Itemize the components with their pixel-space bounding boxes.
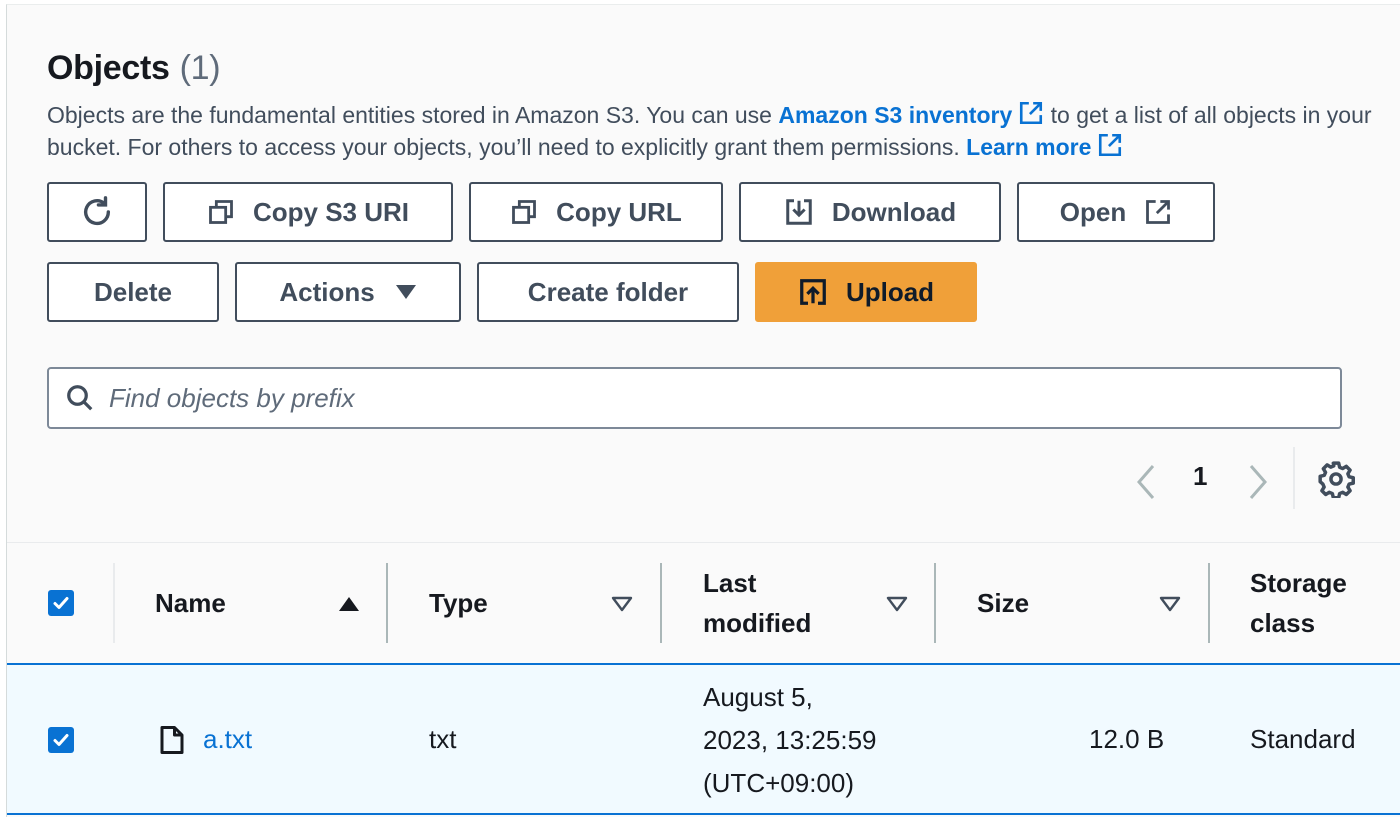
page-title: Objects (1) (47, 49, 221, 88)
copy-icon (512, 200, 537, 224)
sort-ascending-icon[interactable] (338, 596, 360, 612)
upload-label: Upload (845, 276, 935, 307)
delete-button[interactable]: Delete (47, 262, 219, 322)
table-header: Name Type Last modified Size Storage cla… (7, 543, 1400, 663)
learn-more-link[interactable]: Learn more (966, 133, 1123, 160)
select-all-checkbox[interactable] (48, 590, 74, 616)
search-box (47, 367, 1342, 429)
column-header-storage-class[interactable]: Storage class (1250, 543, 1347, 663)
date-line: August 5, (703, 682, 813, 712)
search-input[interactable] (107, 368, 1340, 428)
table-row[interactable]: a.txt txt August 5, 2023, 13:25:59 (UTC+… (7, 663, 1400, 815)
column-header-size[interactable]: Size (977, 543, 1029, 663)
objects-description: Objects are the fundamental entities sto… (47, 99, 1377, 163)
column-header-name[interactable]: Name (155, 543, 226, 663)
chevron-left-icon[interactable] (1133, 462, 1159, 502)
search-icon (67, 385, 93, 411)
delete-label: Delete (93, 276, 173, 307)
external-link-icon (1020, 101, 1043, 125)
sort-descending-icon[interactable] (611, 596, 633, 612)
create-folder-label: Create folder (527, 276, 689, 307)
row-checkbox[interactable] (48, 727, 74, 753)
copy-url-button[interactable]: Copy URL (469, 182, 723, 242)
pager-divider (1293, 447, 1295, 509)
column-label-type: Type (429, 588, 488, 618)
header-line: class (1250, 608, 1316, 638)
learn-more-label: Learn more (966, 134, 1092, 160)
header-line: Last (703, 568, 757, 598)
chevron-right-icon[interactable] (1245, 462, 1271, 502)
inventory-link[interactable]: Amazon S3 inventory (778, 101, 1044, 128)
objects-panel: Objects (1) Objects are the fundamental e… (6, 4, 1400, 817)
column-header-type[interactable]: Type (429, 543, 488, 663)
object-name-link[interactable]: a.txt (203, 718, 252, 761)
title-text: Objects (47, 49, 170, 87)
copy-url-label: Copy URL (556, 196, 682, 227)
upload-icon (800, 279, 826, 305)
refresh-button[interactable] (47, 182, 147, 242)
actions-dropdown[interactable]: Actions (235, 262, 461, 322)
open-button[interactable]: Open (1017, 182, 1215, 242)
download-label: Download (831, 196, 957, 227)
file-icon (160, 726, 184, 754)
caret-down-icon (395, 285, 416, 299)
gear-icon[interactable] (1317, 460, 1355, 498)
object-last-modified: August 5, 2023, 13:25:59 (UTC+09:00) (703, 676, 877, 805)
column-divider (386, 563, 388, 643)
inventory-link-label: Amazon S3 inventory (778, 102, 1013, 128)
copy-icon (209, 200, 233, 224)
column-label-last-modified: Last modified (703, 563, 811, 643)
sort-descending-icon[interactable] (886, 596, 908, 612)
object-type: txt (429, 724, 457, 754)
date-line: 2023, 13:25:59 (703, 725, 877, 755)
copy-s3-uri-label: Copy S3 URI (252, 196, 410, 227)
column-header-last-modified[interactable]: Last modified (703, 543, 811, 663)
checkbox-checked-icon (53, 734, 69, 746)
download-button[interactable]: Download (739, 182, 1001, 242)
header-line: Storage (1250, 568, 1347, 598)
column-label-size: Size (977, 588, 1030, 618)
description-text-1: Objects are the fundamental entities sto… (47, 102, 779, 128)
column-divider (1208, 563, 1210, 643)
header-line: modified (703, 608, 812, 638)
checkbox-checked-icon (53, 597, 69, 609)
refresh-icon (83, 196, 111, 226)
objects-header: Objects (1) Objects are the fundamental e… (7, 5, 1400, 542)
actions-label: Actions (279, 276, 375, 307)
column-divider (113, 563, 115, 643)
object-count: (1) (179, 49, 221, 87)
page-number[interactable]: 1 (1193, 461, 1207, 492)
column-label-storage-class: Storage class (1250, 563, 1347, 643)
open-label: Open (1059, 196, 1127, 227)
upload-button[interactable]: Upload (755, 262, 977, 322)
create-folder-button[interactable]: Create folder (477, 262, 739, 322)
object-storage-class: Standard (1250, 724, 1356, 754)
external-link-icon (1099, 133, 1122, 157)
column-divider (660, 563, 662, 643)
column-label-name: Name (155, 588, 226, 618)
date-line: (UTC+09:00) (703, 768, 854, 798)
column-divider (934, 563, 936, 643)
download-icon (786, 199, 812, 225)
external-link-icon (1146, 200, 1171, 224)
object-size: 12.0 B (1089, 724, 1165, 754)
copy-s3-uri-button[interactable]: Copy S3 URI (163, 182, 453, 242)
sort-descending-icon[interactable] (1159, 596, 1181, 612)
